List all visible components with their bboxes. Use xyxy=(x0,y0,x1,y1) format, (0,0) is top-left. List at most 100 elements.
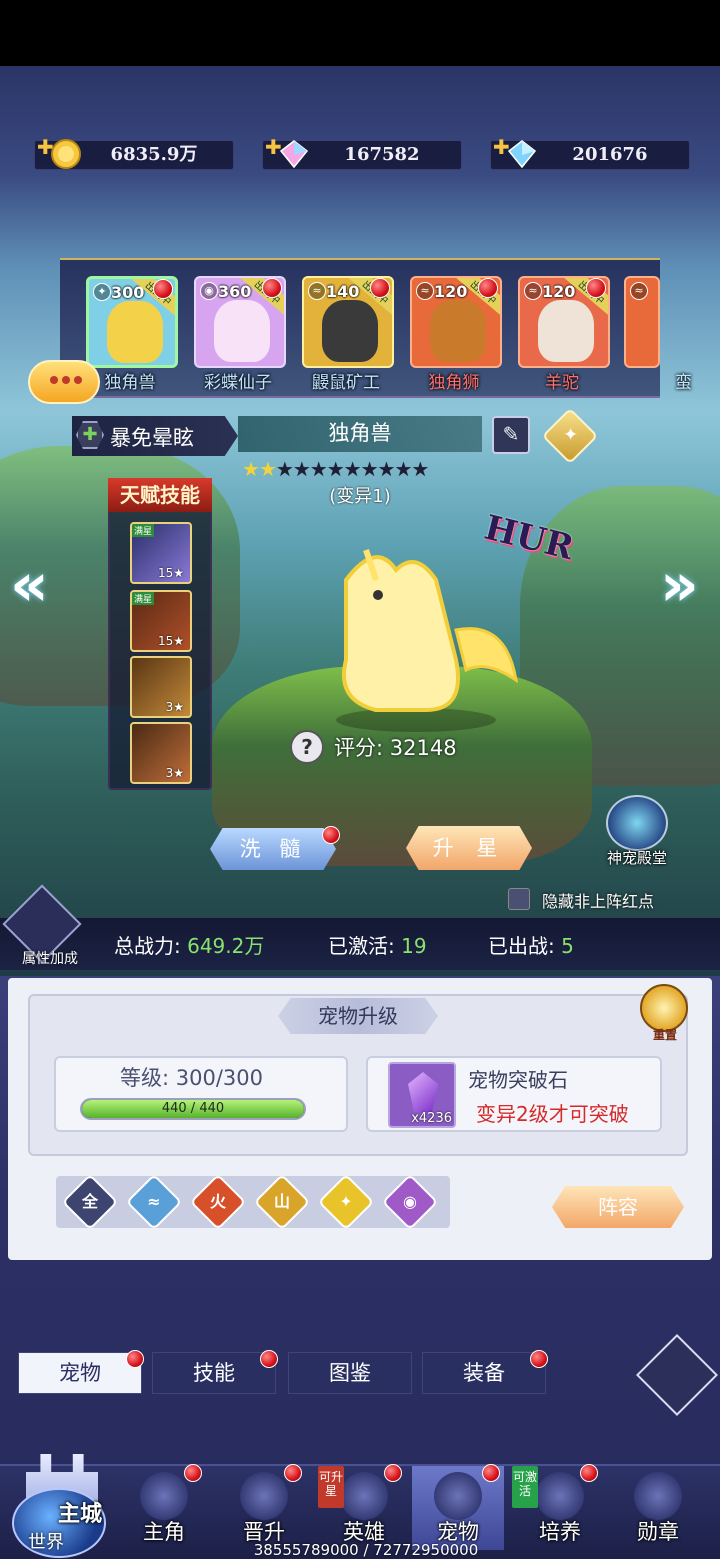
divine-pet-temple-button[interactable]: 神宠殿堂 xyxy=(598,795,678,875)
element-icon: ≈ xyxy=(630,282,648,300)
nav-label: 培养 xyxy=(539,1520,581,1544)
paw-icon xyxy=(434,1472,482,1520)
element-icon: ≈ xyxy=(416,282,434,300)
pet-card[interactable]: ≈ 140 出战中 xyxy=(302,276,394,368)
red-dot-badge xyxy=(482,1464,500,1482)
activated-count: 已激活: 19 xyxy=(328,934,427,958)
world-label: 世界 xyxy=(28,1532,64,1553)
talent-level: 15★ xyxy=(157,566,184,580)
next-pet-arrow[interactable]: » xyxy=(660,550,699,620)
pet-name: 鼹鼠矿工 xyxy=(312,373,380,393)
nav-label: 勋章 xyxy=(637,1520,679,1544)
previous-pet-arrow[interactable]: « xyxy=(10,550,49,620)
talent-level: 3★ xyxy=(165,766,184,780)
pet-title: 独角兽 xyxy=(328,421,392,445)
helmet-icon xyxy=(140,1472,188,1520)
exp-total-readout: 38555789000 / 72772950000 xyxy=(253,1541,479,1559)
total-power: 总战力: 649.2万 xyxy=(114,934,265,958)
talent-skill-slot[interactable]: 3★ xyxy=(130,656,192,718)
light-element-icon: ✦ xyxy=(339,1192,353,1211)
attribute-bonus-button[interactable]: 属性加成 xyxy=(2,884,86,970)
stone-name: 宠物突破石 xyxy=(468,1068,568,1092)
stone-quantity: x4236 xyxy=(411,1111,452,1126)
tab-skills[interactable]: 技能 xyxy=(152,1352,276,1394)
score-text: 评分: 32148 xyxy=(334,736,457,760)
tab-pets[interactable]: 宠物 xyxy=(18,1352,142,1394)
pet-card[interactable]: ≈ xyxy=(624,276,660,368)
star-empty-icon: ★ xyxy=(411,457,429,481)
mutation-level: (变异1) xyxy=(329,486,391,507)
reset-button[interactable]: 重置 xyxy=(638,984,692,1046)
red-dot-badge xyxy=(262,278,282,298)
can-activate-badge: 可激活 xyxy=(512,1466,538,1508)
star-empty-icon: ★ xyxy=(309,457,328,481)
talent-skill-slot[interactable]: 3★ xyxy=(130,722,192,784)
gold-resource[interactable]: ✚ 6835.9万 xyxy=(34,135,234,170)
talent-title: 天赋技能 xyxy=(108,478,212,512)
element-icon: ≈ xyxy=(524,282,542,300)
gold-value: 6835.9万 xyxy=(110,144,198,165)
pet-portrait xyxy=(322,300,378,362)
nav-medals[interactable]: 勋章 xyxy=(612,1466,704,1550)
blue-diamond-value: 201676 xyxy=(572,144,648,165)
skill-element-icon: ✚ xyxy=(76,421,104,449)
score-display: ? 评分: 32148 xyxy=(290,730,490,764)
quill-icon: ✎ xyxy=(502,422,520,446)
rainbow-diamond-value: 167582 xyxy=(344,144,420,165)
red-dot-badge xyxy=(530,1350,548,1368)
pet-level: 120 xyxy=(542,282,576,301)
can-upstar-badge: 可升星 xyxy=(318,1466,344,1508)
red-dot-badge xyxy=(384,1464,402,1482)
star-empty-icon: ★ xyxy=(292,457,311,481)
talent-skill-slot[interactable]: 满星 15★ xyxy=(130,522,192,584)
pet-portrait xyxy=(430,300,486,362)
pet-portrait xyxy=(107,301,163,363)
pet-card[interactable]: ◉ 360 出战中 xyxy=(194,276,286,368)
red-dot-badge xyxy=(260,1350,278,1368)
hide-red-dot-toggle[interactable]: 隐藏非上阵红点 xyxy=(508,888,708,912)
nav-label: 主角 xyxy=(143,1520,185,1544)
unicorn-pet-model xyxy=(336,549,519,732)
deployed-count: 已出战: 5 xyxy=(488,934,574,958)
medal-icon xyxy=(634,1472,682,1520)
star-empty-icon: ★ xyxy=(275,457,294,481)
chat-button[interactable] xyxy=(28,360,100,404)
breakthrough-stone-item[interactable]: x4236 xyxy=(388,1062,456,1128)
star-lit-icon: ★ xyxy=(242,457,260,481)
world-main-city-button[interactable]: 主城 世界 xyxy=(4,1428,114,1558)
pet-card[interactable]: ≈ 120 出战中 xyxy=(518,276,610,368)
lineup-button[interactable]: 阵容 xyxy=(552,1186,684,1228)
upstar-button[interactable]: 升 星 xyxy=(406,826,532,870)
tab-equipment[interactable]: 装备 xyxy=(422,1352,546,1394)
pet-name: 独角狮 xyxy=(428,373,480,393)
wash-button[interactable]: 洗 髓 xyxy=(210,828,336,870)
chat-dots-icon xyxy=(50,376,58,384)
purple-gem-icon xyxy=(408,1072,438,1112)
earth-element-icon: 山 xyxy=(273,1192,290,1211)
full-star-tag: 满星 xyxy=(132,524,155,537)
resource-bar: ✚ 6835.9万 ✚ 167582 ✚ 201676 xyxy=(0,135,720,170)
tab-collection[interactable]: 图鉴 xyxy=(288,1352,412,1394)
pet-card[interactable]: ≈ 120 出战中 xyxy=(410,276,502,368)
upgrade-title: 宠物升级 xyxy=(278,998,438,1034)
hide-red-label: 隐藏非上阵红点 xyxy=(542,892,655,911)
star-empty-icon: ★ xyxy=(360,457,379,481)
attribute-bonus-label: 属性加成 xyxy=(22,951,78,967)
talent-skill-slot[interactable]: 满星 15★ xyxy=(130,590,192,652)
talent-skills-panel: 天赋技能 满星 15★ 满星 15★ 3★ 3★ xyxy=(108,478,212,790)
help-icon[interactable]: ? xyxy=(290,730,324,764)
blue-diamond-resource[interactable]: ✚ 201676 xyxy=(490,135,690,170)
star-lit-icon: ★ xyxy=(258,457,277,481)
breakthrough-stone-box: x4236 宠物突破石 变异2级才可突破 xyxy=(366,1056,662,1132)
rainbow-diamond-resource[interactable]: ✚ 167582 xyxy=(262,135,462,170)
star-rating: ★★★★★★★★★★★ xyxy=(242,457,462,481)
red-dot-badge xyxy=(284,1464,302,1482)
red-dot-badge xyxy=(322,826,340,844)
pet-skill-name: 暴免晕眩 xyxy=(110,426,194,450)
temple-icon xyxy=(606,795,668,851)
checkbox[interactable] xyxy=(508,888,530,910)
pet-name: 彩蝶仙子 xyxy=(204,373,272,393)
rename-quill-button[interactable]: ✎ xyxy=(492,416,530,454)
pet-level: 140 xyxy=(326,282,360,301)
pet-card[interactable]: ✦ 300 出战中 xyxy=(86,276,178,368)
